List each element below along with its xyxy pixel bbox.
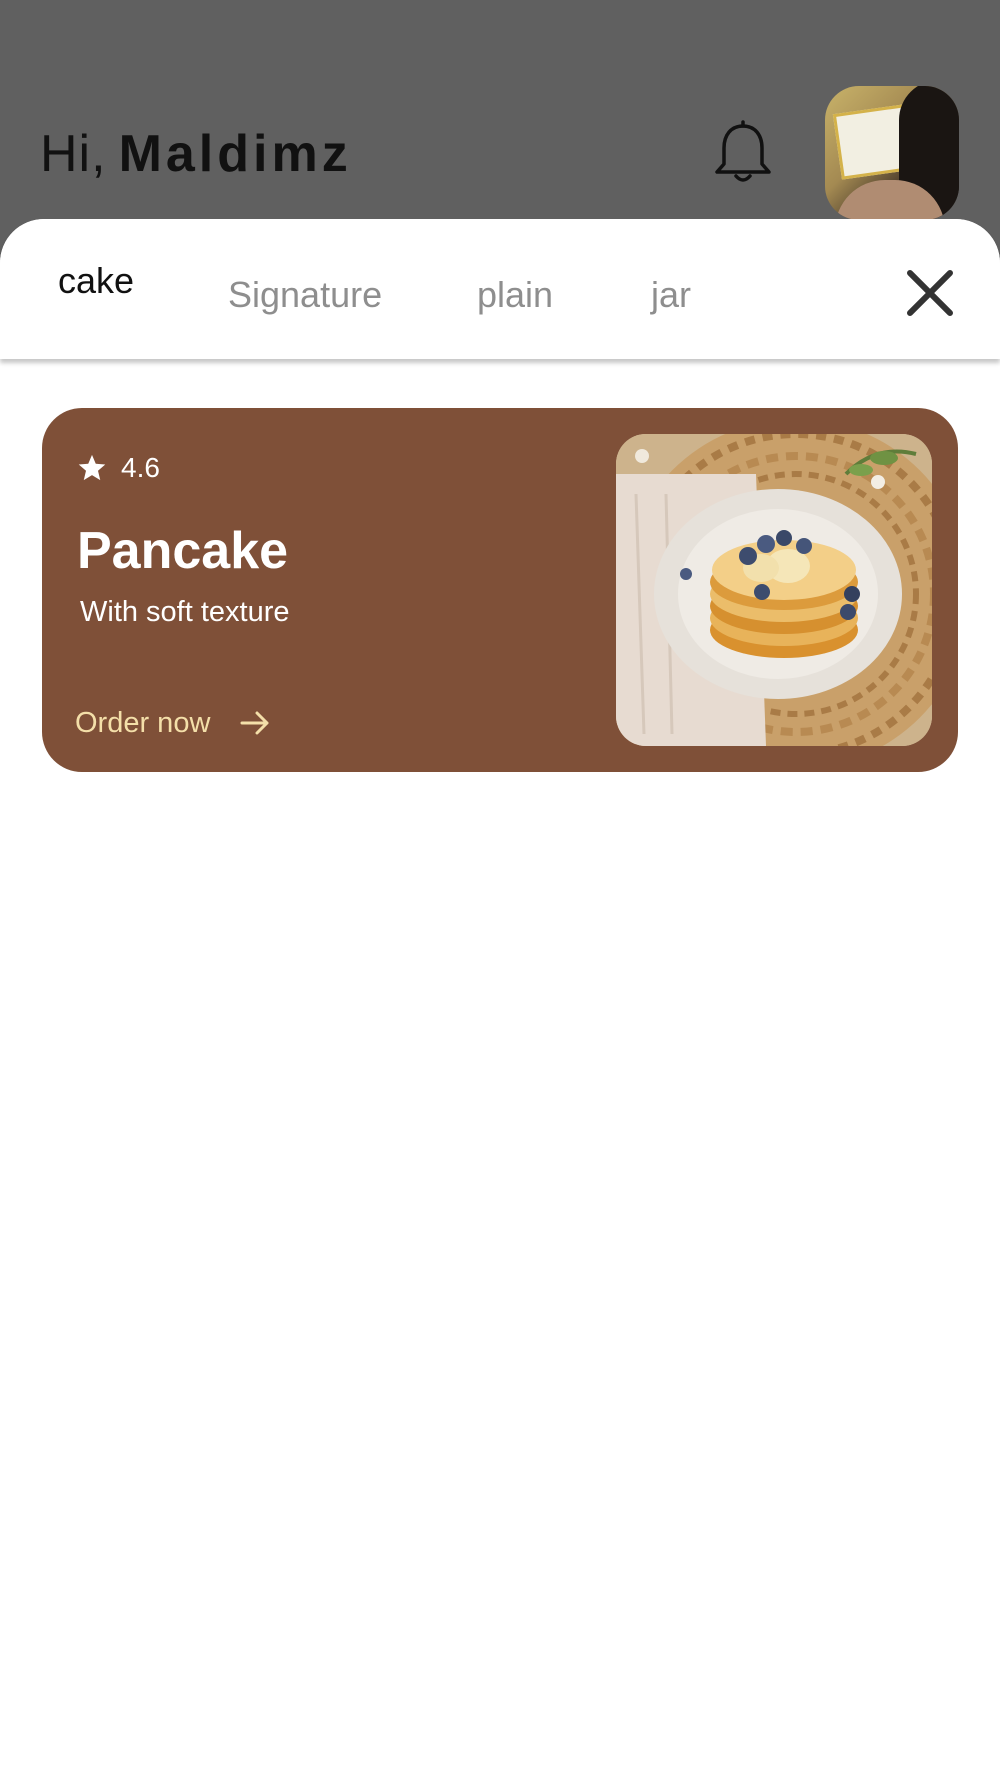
product-subtitle: With soft texture <box>80 596 290 628</box>
arrow-right-icon <box>240 711 269 735</box>
greeting: Hi, Maldimz <box>40 122 352 186</box>
star-icon <box>78 454 106 481</box>
avatar[interactable] <box>825 86 959 220</box>
pancake-image <box>616 434 932 746</box>
order-now-button[interactable]: Order now <box>75 706 272 740</box>
bell-icon[interactable] <box>712 120 774 186</box>
category-tab-bar: cake Signature plain jar <box>0 219 1000 359</box>
rating-value: 4.6 <box>121 452 160 483</box>
tab-cake[interactable]: cake <box>58 260 134 302</box>
tab-signature[interactable]: Signature <box>228 274 382 316</box>
greeting-prefix: Hi, <box>40 125 107 183</box>
product-card[interactable]: 4.6 Pancake With soft texture Order now <box>42 408 958 772</box>
product-title: Pancake <box>77 522 289 580</box>
close-icon[interactable] <box>905 268 955 318</box>
order-now-label: Order now <box>75 706 211 739</box>
tab-plain[interactable]: plain <box>477 274 553 316</box>
tab-jar[interactable]: jar <box>651 274 691 316</box>
rating: 4.6 <box>77 448 160 488</box>
username: Maldimz <box>118 125 352 183</box>
